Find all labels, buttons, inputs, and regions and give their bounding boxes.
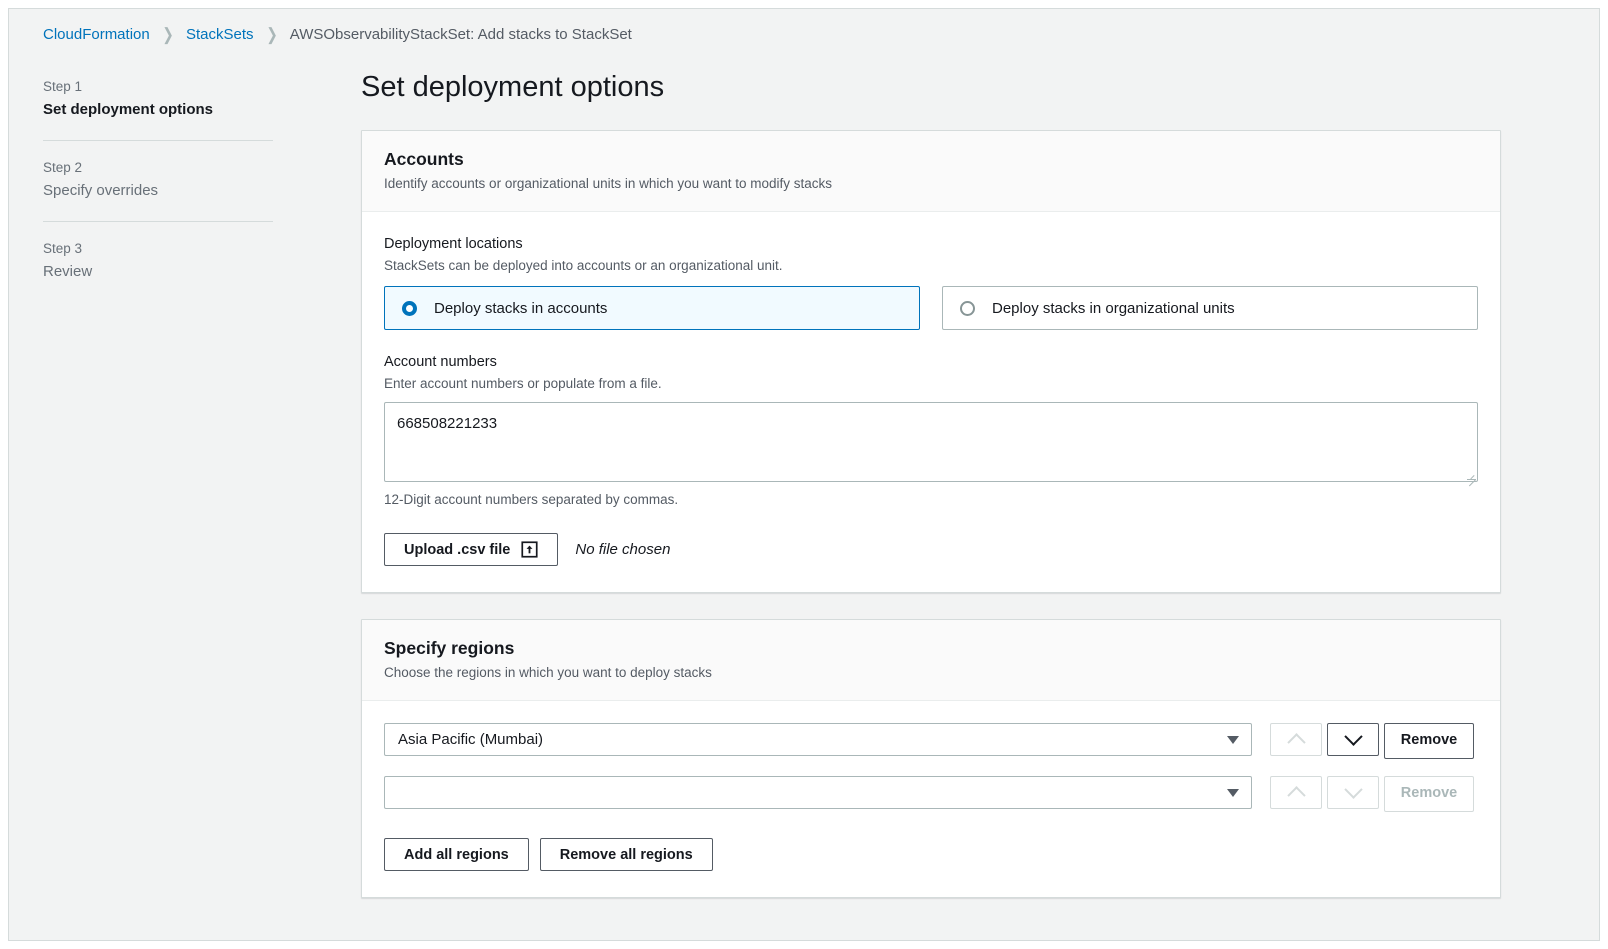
deployment-locations-description: StackSets can be deployed into accounts … xyxy=(384,256,1478,275)
accounts-panel-subtitle: Identify accounts or organizational unit… xyxy=(384,174,1478,194)
region-select-2[interactable] xyxy=(384,776,1252,809)
sidebar-step-3[interactable]: Step 3 Review xyxy=(43,239,273,283)
chevron-down-icon xyxy=(1227,736,1239,744)
region-remove-button-2[interactable]: Remove xyxy=(1384,776,1474,812)
accounts-panel-header: Accounts Identify accounts or organizati… xyxy=(362,131,1500,212)
specify-regions-panel-title: Specify regions xyxy=(384,636,1478,660)
add-all-regions-button[interactable]: Add all regions xyxy=(384,838,529,871)
accounts-panel: Accounts Identify accounts or organizati… xyxy=(361,130,1501,593)
chevron-down-icon xyxy=(1344,727,1362,745)
sidebar-step-2-label: Specify overrides xyxy=(43,180,273,202)
sidebar-step-2-number: Step 2 xyxy=(43,158,273,178)
region-move-up-button-2[interactable] xyxy=(1270,776,1322,809)
main-content: Set deployment options Accounts Identify… xyxy=(361,69,1501,898)
region-bulk-actions: Add all regions Remove all regions xyxy=(384,838,1478,871)
radio-deploy-stacks-in-organizational-units[interactable]: Deploy stacks in organizational units xyxy=(942,286,1478,330)
page-title: Set deployment options xyxy=(361,69,1501,105)
upload-icon xyxy=(521,541,538,558)
region-row: Remove xyxy=(384,776,1478,812)
page-root: CloudFormation ❯ StackSets ❯ AWSObservab… xyxy=(8,8,1600,941)
deployment-locations-field: Deployment locations StackSets can be de… xyxy=(384,234,1478,330)
region-move-down-button-1[interactable] xyxy=(1327,723,1379,756)
breadcrumb-separator-icon: ❯ xyxy=(162,26,173,43)
remove-all-regions-button[interactable]: Remove all regions xyxy=(540,838,713,871)
upload-csv-button[interactable]: Upload .csv file xyxy=(384,533,558,566)
breadcrumb-item-stacksets[interactable]: StackSets xyxy=(186,26,254,43)
breadcrumb-item-current: AWSObservabilityStackSet: Add stacks to … xyxy=(290,26,632,43)
region-move-down-button-2[interactable] xyxy=(1327,776,1379,809)
accounts-panel-body: Deployment locations StackSets can be de… xyxy=(362,212,1500,592)
region-move-up-button-1[interactable] xyxy=(1270,723,1322,756)
radio-unselected-icon xyxy=(960,301,975,316)
sidebar-step-1-label: Set deployment options xyxy=(43,99,273,121)
account-numbers-label: Account numbers xyxy=(384,352,1478,372)
sidebar-step-1-number: Step 1 xyxy=(43,77,273,97)
sidebar-step-3-label: Review xyxy=(43,261,273,283)
breadcrumb-separator-icon: ❯ xyxy=(266,26,277,43)
deployment-locations-radio-group: Deploy stacks in accounts Deploy stacks … xyxy=(384,286,1478,330)
account-numbers-field: Account numbers Enter account numbers or… xyxy=(384,352,1478,509)
chevron-down-icon xyxy=(1227,789,1239,797)
radio-deploy-stacks-in-accounts[interactable]: Deploy stacks in accounts xyxy=(384,286,920,330)
account-numbers-input[interactable] xyxy=(384,402,1478,482)
sidebar-step-2[interactable]: Step 2 Specify overrides xyxy=(43,158,273,202)
region-select-1[interactable]: Asia Pacific (Mumbai) xyxy=(384,723,1252,756)
wizard-steps-sidebar: Step 1 Set deployment options Step 2 Spe… xyxy=(43,77,273,283)
specify-regions-panel-body: Asia Pacific (Mumbai) Remove xyxy=(362,701,1500,897)
chevron-up-icon xyxy=(1287,733,1305,751)
specify-regions-panel-subtitle: Choose the regions in which you want to … xyxy=(384,663,1478,683)
specify-regions-panel-header: Specify regions Choose the regions in wh… xyxy=(362,620,1500,701)
upload-file-status: No file chosen xyxy=(575,541,670,558)
region-select-1-value: Asia Pacific (Mumbai) xyxy=(398,731,1227,748)
sidebar-step-3-number: Step 3 xyxy=(43,239,273,259)
account-numbers-constraint: 12-Digit account numbers separated by co… xyxy=(384,490,1478,509)
specify-regions-panel: Specify regions Choose the regions in wh… xyxy=(361,619,1501,898)
radio-deploy-stacks-in-organizational-units-label: Deploy stacks in organizational units xyxy=(992,300,1235,317)
account-numbers-description: Enter account numbers or populate from a… xyxy=(384,374,1478,393)
sidebar-step-1[interactable]: Step 1 Set deployment options xyxy=(43,77,273,121)
breadcrumb-item-cloudformation[interactable]: CloudFormation xyxy=(43,26,150,43)
upload-csv-row: Upload .csv file No file chosen xyxy=(384,533,1478,566)
panel-spacer xyxy=(361,593,1501,619)
sidebar-divider xyxy=(43,221,273,222)
chevron-up-icon xyxy=(1287,786,1305,804)
radio-deploy-stacks-in-accounts-label: Deploy stacks in accounts xyxy=(434,300,607,317)
chevron-down-icon xyxy=(1344,780,1362,798)
deployment-locations-label: Deployment locations xyxy=(384,234,1478,254)
accounts-panel-title: Accounts xyxy=(384,147,1478,171)
upload-csv-button-label: Upload .csv file xyxy=(404,542,510,558)
region-remove-button-1[interactable]: Remove xyxy=(1384,723,1474,759)
breadcrumb: CloudFormation ❯ StackSets ❯ AWSObservab… xyxy=(43,26,632,43)
radio-selected-icon xyxy=(402,301,417,316)
region-row: Asia Pacific (Mumbai) Remove xyxy=(384,723,1478,759)
sidebar-divider xyxy=(43,140,273,141)
